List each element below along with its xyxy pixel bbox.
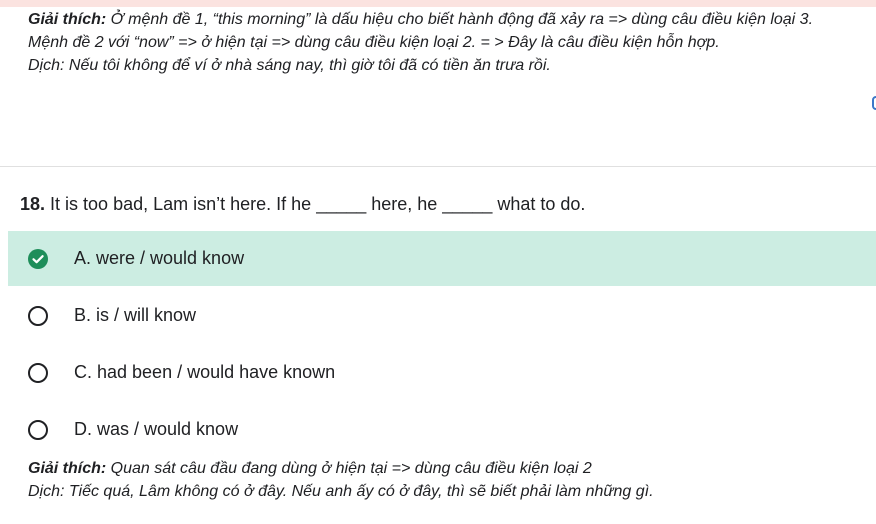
- previous-answer-strip: [0, 0, 876, 7]
- option-b[interactable]: B. is / will know: [8, 288, 876, 343]
- previous-explanation-line1: Ở mệnh đề 1, “this morning” là dấu hiệu …: [106, 11, 814, 28]
- scroll-edge-indicator: [872, 96, 876, 110]
- radio-empty-icon[interactable]: [28, 305, 48, 326]
- quiz-page: Giải thích: Ở mệnh đề 1, “this morning” …: [0, 0, 876, 524]
- check-circle-icon: [28, 248, 48, 269]
- question-body: It is too bad, Lam isn’t here. If he ___…: [50, 194, 586, 214]
- explanation-label: Giải thích:: [28, 460, 107, 477]
- question-text: 18. It is too bad, Lam isn’t here. If he…: [20, 192, 585, 216]
- option-c[interactable]: C. had been / would have known: [8, 345, 876, 400]
- explanation: Giải thích: Quan sát câu đầu đang dùng ở…: [28, 457, 868, 503]
- previous-explanation: Giải thích: Ở mệnh đề 1, “this morning” …: [28, 8, 868, 77]
- question-divider: [0, 166, 876, 167]
- option-d[interactable]: D. was / would know: [8, 402, 876, 457]
- answer-options: A. were / would know B. is / will know C…: [8, 231, 876, 459]
- option-c-label: C. had been / would have known: [74, 362, 336, 382]
- option-a-label: A. were / would know: [74, 248, 245, 268]
- radio-empty-icon[interactable]: [28, 419, 48, 440]
- previous-explanation-line3: Dịch: Nếu tôi không để ví ở nhà sáng nay…: [28, 57, 551, 74]
- previous-explanation-label: Giải thích:: [28, 11, 107, 28]
- question-number: 18.: [20, 194, 46, 214]
- option-b-label: B. is / will know: [74, 305, 197, 325]
- previous-explanation-line2: Mệnh đề 2 với “now” => ở hiện tại => dùn…: [28, 34, 720, 51]
- option-a[interactable]: A. were / would know: [8, 231, 876, 286]
- option-d-label: D. was / would know: [74, 419, 239, 439]
- radio-empty-icon[interactable]: [28, 362, 48, 383]
- explanation-line2: Dịch: Tiếc quá, Lâm không có ở đây. Nếu …: [28, 483, 654, 500]
- explanation-line1: Quan sát câu đầu đang dùng ở hiện tại =>…: [106, 460, 592, 477]
